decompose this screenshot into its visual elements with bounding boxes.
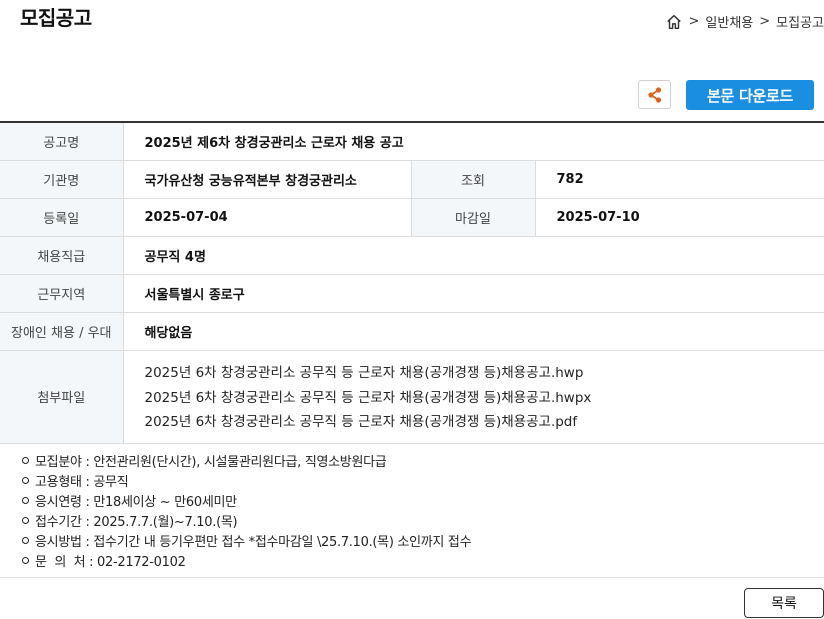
label-location: 근무지역 (0, 274, 124, 313)
table-row: 기관명 국가유산청 궁능유적본부 창경궁관리소 조회 782 (0, 160, 824, 199)
page-title: 모집공고 (20, 6, 92, 30)
value-disability: 해당없음 (123, 312, 824, 351)
value-location: 서울특별시 종로구 (123, 274, 824, 313)
label-deadline: 마감일 (411, 198, 536, 237)
label-title: 공고명 (0, 122, 124, 161)
share-button[interactable] (638, 80, 671, 109)
divider (0, 577, 824, 578)
breadcrumb-item-recruit-notice[interactable]: 모집공고 (776, 12, 824, 31)
breadcrumb-item-general-recruit[interactable]: 일반채용 (705, 12, 753, 31)
attachment-link-pdf[interactable]: 2025년 6차 창경궁관리소 공무직 등 근로자 채용(공개경쟁 등)채용공고… (145, 410, 824, 435)
attachment-list: 2025년 6차 창경궁관리소 공무직 등 근로자 채용(공개경쟁 등)채용공고… (123, 350, 824, 444)
detail-text: 모집분야 : 안전관리원(단시간), 시설물관리원다급, 직영소방원다급 (35, 454, 387, 470)
download-body-button[interactable]: 본문 다운로드 (686, 80, 814, 110)
table-row: 등록일 2025-07-04 마감일 2025-07-10 (0, 198, 824, 237)
label-org: 기관명 (0, 160, 124, 199)
table-row: 채용직급 공무직 4명 (0, 236, 824, 275)
detail-item: 모집분야 : 안전관리원(단시간), 시설물관리원다급, 직영소방원다급 (20, 450, 810, 470)
detail-item: 고용형태 : 공무직 (20, 470, 810, 490)
value-views: 782 (535, 160, 824, 199)
circle-bullet-icon (22, 556, 29, 564)
table-row: 근무지역 서울특별시 종로구 (0, 274, 824, 313)
detail-text: 응시방법 : 접수기간 내 등기우편만 접수 *접수마감일 \25.7.10.(… (35, 534, 472, 550)
detail-text: 문 의 처 : 02-2172-0102 (35, 554, 186, 570)
notice-details: 모집분야 : 안전관리원(단시간), 시설물관리원다급, 직영소방원다급 고용형… (20, 450, 810, 570)
share-icon (647, 86, 661, 103)
label-registered: 등록일 (0, 198, 124, 237)
circle-bullet-icon (22, 536, 29, 544)
value-org: 국가유산청 궁능유적본부 창경궁관리소 (123, 160, 412, 199)
value-job-grade: 공무직 4명 (123, 236, 824, 275)
value-deadline: 2025-07-10 (535, 198, 824, 237)
label-job-grade: 채용직급 (0, 236, 124, 275)
detail-text: 응시연령 : 만18세이상 ~ 만60세미만 (35, 494, 237, 510)
circle-bullet-icon (22, 456, 29, 464)
home-icon[interactable] (665, 13, 683, 31)
detail-item: 문 의 처 : 02-2172-0102 (20, 550, 810, 570)
label-views: 조회 (411, 160, 536, 199)
table-row: 장애인 채용 / 우대 해당없음 (0, 312, 824, 351)
attachment-link-hwpx[interactable]: 2025년 6차 창경궁관리소 공무직 등 근로자 채용(공개경쟁 등)채용공고… (145, 386, 824, 411)
detail-text: 고용형태 : 공무직 (35, 474, 129, 490)
breadcrumb-separator: > (688, 14, 700, 29)
circle-bullet-icon (22, 476, 29, 484)
table-row: 첨부파일 2025년 6차 창경궁관리소 공무직 등 근로자 채용(공개경쟁 등… (0, 350, 824, 444)
attachment-link-hwp[interactable]: 2025년 6차 창경궁관리소 공무직 등 근로자 채용(공개경쟁 등)채용공고… (145, 361, 824, 386)
detail-item: 접수기간 : 2025.7.7.(월)~7.10.(목) (20, 510, 810, 530)
circle-bullet-icon (22, 496, 29, 504)
circle-bullet-icon (22, 516, 29, 524)
detail-item: 응시연령 : 만18세이상 ~ 만60세미만 (20, 490, 810, 510)
breadcrumb-separator: > (759, 14, 771, 29)
notice-info-table: 공고명 2025년 제6차 창경궁관리소 근로자 채용 공고 기관명 국가유산청… (0, 121, 824, 444)
label-disability: 장애인 채용 / 우대 (0, 312, 124, 351)
breadcrumb: > 일반채용 > 모집공고 (665, 12, 824, 31)
value-title: 2025년 제6차 창경궁관리소 근로자 채용 공고 (123, 122, 824, 161)
list-button[interactable]: 목록 (744, 588, 824, 618)
label-attachments: 첨부파일 (0, 350, 124, 444)
value-registered: 2025-07-04 (123, 198, 412, 237)
detail-text: 접수기간 : 2025.7.7.(월)~7.10.(목) (35, 514, 238, 530)
detail-item: 응시방법 : 접수기간 내 등기우편만 접수 *접수마감일 \25.7.10.(… (20, 530, 810, 550)
table-row: 공고명 2025년 제6차 창경궁관리소 근로자 채용 공고 (0, 122, 824, 161)
